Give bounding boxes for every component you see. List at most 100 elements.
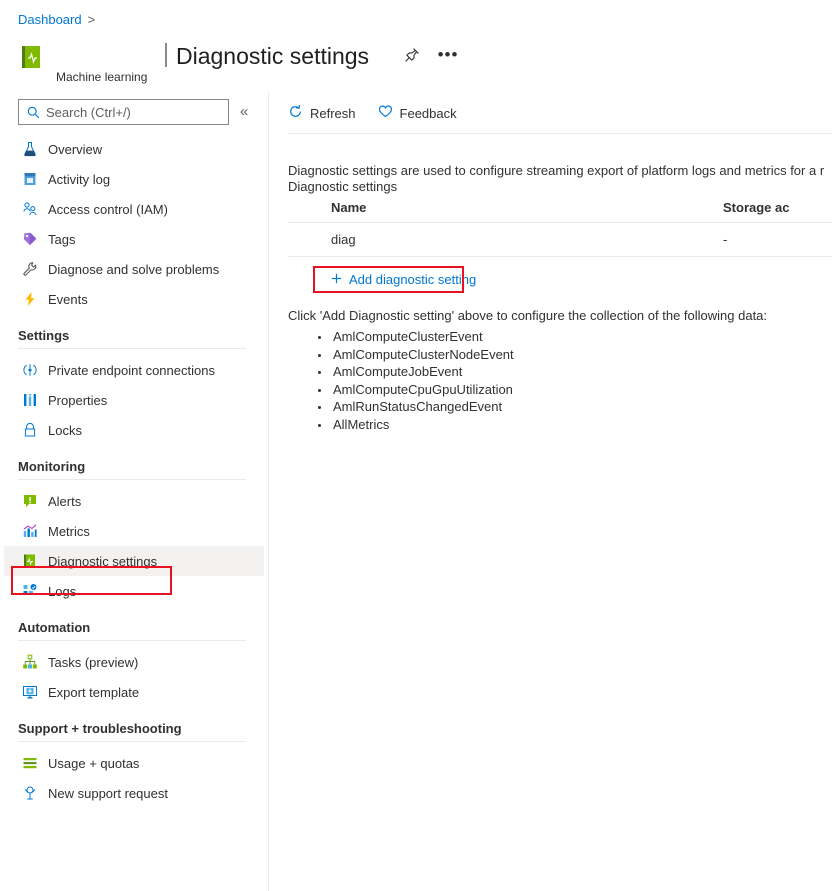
cell-name: diag <box>331 232 356 247</box>
plus-icon <box>331 272 342 287</box>
refresh-button[interactable]: Refresh <box>288 104 356 122</box>
page-title-text: Diagnostic settings <box>176 43 370 69</box>
breadcrumb-item-dashboard[interactable]: Dashboard <box>18 12 82 27</box>
sidebar-item-tags[interactable]: Tags <box>0 224 268 254</box>
sidebar-item-export-template[interactable]: Export template <box>0 677 268 707</box>
sidebar-item-label: Private endpoint connections <box>48 362 215 378</box>
resource-subtitle: Machine learning <box>56 70 148 84</box>
heart-icon <box>378 104 393 122</box>
sidebar-item-label: Metrics <box>48 523 90 539</box>
properties-icon <box>22 392 38 408</box>
usage-quotas-icon <box>22 755 38 771</box>
sidebar-group-title: Settings <box>18 328 70 343</box>
breadcrumb-separator-icon: > <box>87 12 96 27</box>
list-item: AmlComputeCpuGpuUtilization <box>331 381 514 399</box>
feedback-label: Feedback <box>399 105 457 121</box>
sidebar: Overview Activity log Access control (IA… <box>0 134 268 808</box>
diagnostic-settings-icon <box>22 553 38 569</box>
add-diagnostic-setting-label: Add diagnostic setting <box>349 272 477 287</box>
pin-icon[interactable] <box>401 44 423 66</box>
main-content: Refresh Feedback Diagnostic settings are… <box>288 100 832 891</box>
table-row[interactable]: diag - <box>288 223 832 257</box>
sidebar-group-monitoring: Monitoring <box>0 445 250 480</box>
sidebar-item-alerts[interactable]: Alerts <box>0 486 268 516</box>
sidebar-divider <box>268 92 269 891</box>
divider <box>288 133 832 134</box>
sidebar-item-private-endpoint-connections[interactable]: Private endpoint connections <box>0 355 268 385</box>
sidebar-group-title: Support + troubleshooting <box>18 721 182 736</box>
alerts-icon <box>22 493 38 509</box>
support-request-icon <box>22 785 38 801</box>
events-icon <box>22 291 38 307</box>
private-endpoint-icon <box>22 362 38 378</box>
feedback-button[interactable]: Feedback <box>378 104 457 122</box>
title-separator-bar <box>165 43 167 67</box>
diagnostic-settings-table: Name Storage ac diag - <box>288 200 832 257</box>
collapse-sidebar-button[interactable]: « <box>240 103 248 121</box>
sidebar-item-label: Export template <box>48 684 140 700</box>
sidebar-item-usage-quotas[interactable]: Usage + quotas <box>0 748 268 778</box>
list-item: AmlRunStatusChangedEvent <box>331 398 514 416</box>
wrench-icon <box>22 261 38 277</box>
sidebar-group-settings: Settings <box>0 314 250 349</box>
list-item: AmlComputeClusterEvent <box>331 328 514 346</box>
sidebar-item-new-support-request[interactable]: New support request <box>0 778 268 808</box>
export-template-icon <box>22 684 38 700</box>
breadcrumb: Dashboard > <box>18 12 95 27</box>
sidebar-item-overview[interactable]: Overview <box>0 134 268 164</box>
tags-icon <box>22 231 38 247</box>
overview-icon <box>22 141 38 157</box>
add-diagnostic-setting-button[interactable]: Add diagnostic setting <box>331 272 476 287</box>
metrics-icon <box>22 523 38 539</box>
logs-icon <box>22 583 38 599</box>
sidebar-item-label: Tags <box>48 231 76 247</box>
sidebar-item-label: Diagnose and solve problems <box>48 261 220 277</box>
sidebar-item-label: Locks <box>48 422 82 438</box>
list-item: AllMetrics <box>331 416 514 434</box>
sidebar-group-title: Monitoring <box>18 459 86 474</box>
refresh-label: Refresh <box>310 105 356 121</box>
sidebar-item-label: Overview <box>48 141 103 157</box>
section-label: Diagnostic settings <box>288 179 398 194</box>
data-categories-list: AmlComputeClusterEvent AmlComputeCluster… <box>288 328 514 433</box>
search-input[interactable] <box>46 104 206 120</box>
sidebar-item-label: New support request <box>48 785 168 801</box>
sidebar-item-events[interactable]: Events <box>0 284 268 314</box>
access-control-icon <box>22 201 38 217</box>
page-title: Diagnostic settings <box>165 40 369 70</box>
tasks-icon <box>22 654 38 670</box>
command-bar: Refresh Feedback <box>288 100 832 126</box>
sidebar-item-label: Events <box>48 291 88 307</box>
sidebar-item-label: Diagnostic settings <box>48 553 158 569</box>
cell-storage-account: - <box>723 232 728 247</box>
ellipsis-icon[interactable]: ••• <box>437 44 459 66</box>
page-description: Diagnostic settings are used to configur… <box>288 163 825 178</box>
instruction-text: Click 'Add Diagnostic setting' above to … <box>288 308 768 323</box>
sidebar-item-label: Activity log <box>48 171 111 187</box>
sidebar-item-diagnose-and-solve-problems[interactable]: Diagnose and solve problems <box>0 254 268 284</box>
sidebar-item-locks[interactable]: Locks <box>0 415 268 445</box>
sidebar-group-automation: Automation <box>0 606 250 641</box>
sidebar-item-access-control[interactable]: Access control (IAM) <box>0 194 268 224</box>
column-header-name: Name <box>331 200 367 215</box>
activity-log-icon <box>22 171 38 187</box>
sidebar-item-properties[interactable]: Properties <box>0 385 268 415</box>
sidebar-item-label: Logs <box>48 583 77 599</box>
sidebar-item-label: Alerts <box>48 493 82 509</box>
sidebar-item-activity-log[interactable]: Activity log <box>0 164 268 194</box>
sidebar-item-label: Tasks (preview) <box>48 654 139 670</box>
sidebar-item-tasks[interactable]: Tasks (preview) <box>0 647 268 677</box>
sidebar-item-metrics[interactable]: Metrics <box>0 516 268 546</box>
search-icon <box>27 106 40 119</box>
sidebar-item-logs[interactable]: Logs <box>0 576 268 606</box>
sidebar-item-diagnostic-settings[interactable]: Diagnostic settings <box>4 546 264 576</box>
sidebar-group-support-troubleshooting: Support + troubleshooting <box>0 707 250 742</box>
list-item: AmlComputeClusterNodeEvent <box>331 346 514 364</box>
refresh-icon <box>288 104 303 122</box>
column-header-storage-account: Storage ac <box>723 200 790 215</box>
search-box[interactable] <box>18 99 229 125</box>
sidebar-item-label: Usage + quotas <box>48 755 140 771</box>
sidebar-item-label: Access control (IAM) <box>48 201 168 217</box>
lock-icon <box>22 422 38 438</box>
sidebar-group-title: Automation <box>18 620 91 635</box>
